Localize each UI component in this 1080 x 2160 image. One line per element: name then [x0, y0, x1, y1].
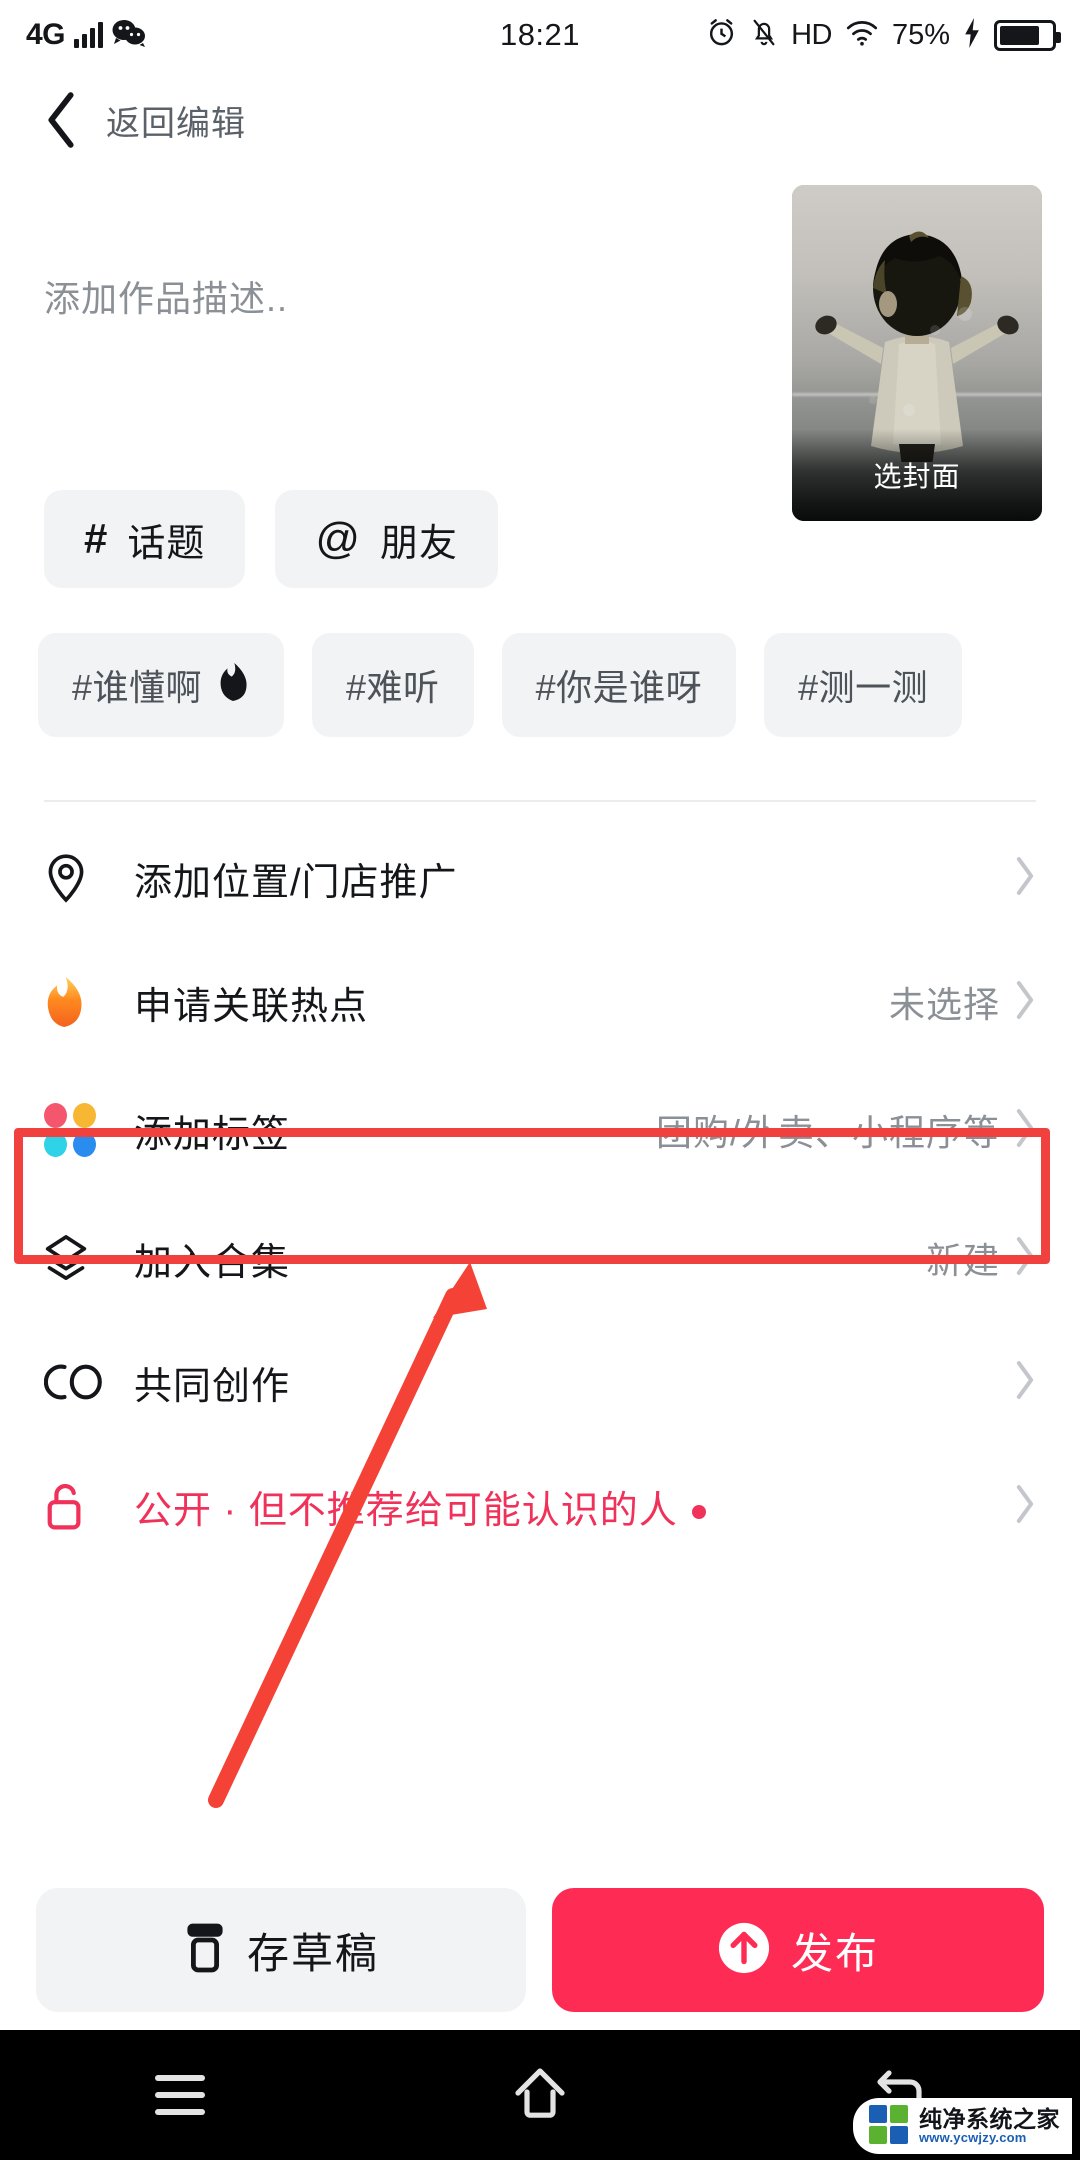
flame-icon	[44, 976, 102, 1028]
menu-item-cocreate-right	[1000, 1360, 1036, 1405]
menu-item-hotspot-right: 未选择	[889, 976, 1036, 1028]
hashtag-label: #你是谁呀	[535, 667, 703, 708]
hd-label: HD	[791, 18, 832, 51]
menu-item-cocreate-label: 共同创作	[134, 1365, 291, 1408]
nav-home-button[interactable]	[360, 2066, 720, 2125]
menu-item-hotspot[interactable]: 申请关联热点 未选择	[0, 940, 1080, 1064]
chip-row: # 话题 @ 朋友	[44, 490, 499, 588]
co-create-icon	[44, 1359, 102, 1405]
hashtag-label: #测一测	[798, 667, 929, 708]
lightning-icon	[963, 17, 981, 53]
hashtag-pill[interactable]: #谁懂啊	[38, 633, 285, 737]
save-draft-button[interactable]: 存草稿	[36, 1888, 526, 2012]
unlock-icon	[44, 1481, 102, 1531]
description-area: 添加作品描述.. 选封面	[0, 185, 1080, 521]
at-icon: @	[315, 514, 361, 563]
flame-icon	[216, 663, 250, 707]
menu-item-hotspot-value: 未选择	[888, 984, 1000, 1025]
hash-icon: #	[84, 515, 108, 562]
menu-item-hotspot-label: 申请关联热点	[134, 985, 369, 1028]
menu-item-add-tag[interactable]: 添加标签 团购/外卖、小程序等	[0, 1064, 1080, 1196]
wifi-icon	[845, 18, 879, 52]
friend-chip-label: 朋友	[380, 522, 459, 565]
privacy-status-dot	[691, 1505, 706, 1520]
location-pin-icon	[44, 852, 102, 904]
chevron-right-icon	[1014, 1236, 1036, 1281]
chevron-right-icon	[1014, 856, 1036, 901]
publish-button[interactable]: 发布	[552, 1888, 1044, 2012]
watermark-url: www.ycwjzy.com	[919, 2130, 1027, 2146]
menu-item-privacy-label: 公开 · 但不推荐给可能认识的人	[134, 1479, 706, 1534]
site-watermark: 纯净系统之家 www.ycwjzy.com	[853, 2098, 1072, 2154]
phone-screen: 4G 18:21 HD 75% 返回编辑 添加作品描述.. 选封面 # 话题 @…	[0, 0, 1080, 2160]
menu-item-collection-right: 新建	[926, 1232, 1036, 1284]
chevron-right-icon	[1014, 980, 1036, 1025]
menu-item-location-right	[1000, 856, 1036, 901]
privacy-text: 公开 · 但不推荐给可能认识的人	[134, 1489, 678, 1532]
menu-item-add-tag-label: 添加标签	[134, 1113, 291, 1156]
menu-item-privacy[interactable]: 公开 · 但不推荐给可能认识的人	[0, 1444, 1080, 1568]
page-header: 返回编辑	[0, 70, 1080, 170]
bottom-action-bar: 存草稿 发布	[0, 1870, 1080, 2030]
watermark-text: 纯净系统之家 www.ycwjzy.com	[919, 2107, 1060, 2145]
bell-muted-icon	[750, 17, 778, 53]
menu-item-cocreate[interactable]: 共同创作	[0, 1320, 1080, 1444]
hashtag-pill[interactable]: #测一测	[764, 633, 963, 737]
layers-icon	[44, 1234, 102, 1282]
description-input[interactable]: 添加作品描述..	[44, 270, 288, 322]
watermark-logo-icon	[869, 2105, 911, 2147]
menu-item-location-label: 添加位置/门店推广	[134, 861, 458, 904]
menu-item-privacy-right	[1014, 1484, 1036, 1529]
chevron-right-icon	[1014, 1360, 1036, 1405]
save-draft-label: 存草稿	[246, 1929, 379, 1977]
arrow-up-circle-icon	[717, 1921, 771, 1980]
status-bar-right: HD 75%	[706, 17, 1061, 53]
alarm-icon	[706, 17, 737, 53]
menu-item-add-tag-value: 团购/外卖、小程序等	[655, 1112, 1000, 1153]
section-divider	[44, 800, 1036, 802]
options-menu: 添加位置/门店推广 申请关联热点 未选择 添加标签 团购/外卖、小程序等 加入合…	[0, 816, 1080, 1568]
friend-chip[interactable]: @ 朋友	[275, 490, 499, 588]
nav-menu-button[interactable]	[0, 2075, 360, 2115]
menu-item-add-tag-right: 团购/外卖、小程序等	[656, 1104, 1036, 1156]
hashtag-suggestion-row[interactable]: #谁懂啊 #难听 #你是谁呀 #测一测	[38, 633, 1080, 737]
draft-box-icon	[183, 1922, 227, 1979]
topic-chip-label: 话题	[127, 522, 206, 565]
watermark-title: 纯净系统之家	[919, 2106, 1060, 2133]
cover-thumbnail[interactable]: 选封面	[792, 185, 1042, 521]
menu-item-collection-value: 新建	[925, 1240, 1000, 1281]
publish-label: 发布	[790, 1929, 879, 1977]
nav-menu-icon	[155, 2075, 205, 2115]
battery-icon	[994, 19, 1061, 51]
nav-home-icon	[512, 2066, 568, 2125]
battery-percent-label: 75%	[891, 18, 950, 51]
menu-item-collection[interactable]: 加入合集 新建	[0, 1196, 1080, 1320]
back-chevron-icon[interactable]	[44, 91, 78, 149]
menu-item-collection-label: 加入合集	[134, 1241, 291, 1284]
chevron-right-icon	[1014, 1484, 1036, 1529]
four-color-dots-icon	[44, 1103, 102, 1157]
menu-item-location[interactable]: 添加位置/门店推广	[0, 816, 1080, 940]
topic-chip[interactable]: # 话题	[44, 490, 246, 588]
header-title[interactable]: 返回编辑	[106, 96, 246, 145]
cover-label[interactable]: 选封面	[792, 455, 1042, 495]
hashtag-pill[interactable]: #你是谁呀	[501, 633, 737, 737]
hashtag-pill[interactable]: #难听	[312, 633, 474, 737]
status-bar: 4G 18:21 HD 75%	[0, 0, 1080, 70]
chevron-right-icon	[1014, 1108, 1036, 1153]
hashtag-label: #谁懂啊	[72, 667, 203, 708]
hashtag-label: #难听	[346, 667, 440, 708]
